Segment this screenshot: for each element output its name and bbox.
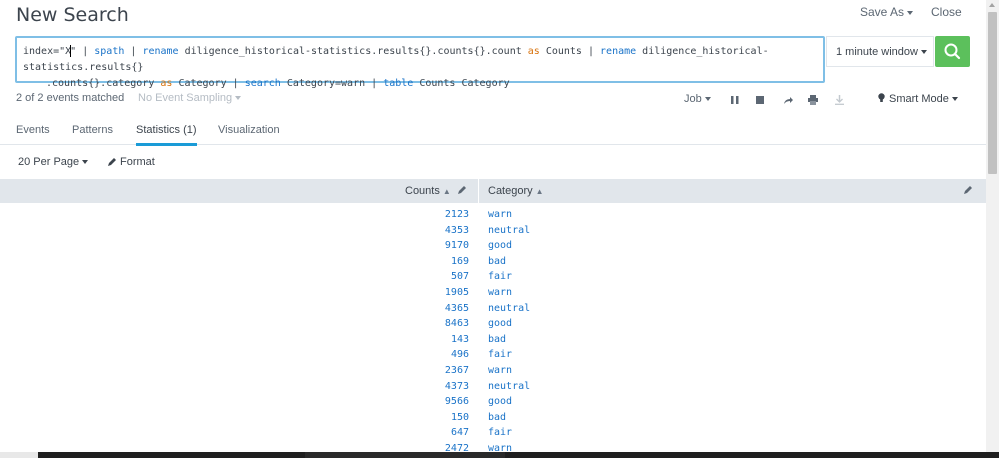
pause-icon[interactable]: [728, 93, 742, 107]
job-menu[interactable]: Job: [684, 93, 711, 105]
table-row: 496 fair: [0, 348, 986, 364]
cell-category[interactable]: bad: [488, 334, 506, 345]
cell-counts[interactable]: 2367: [445, 365, 469, 376]
table-row: 507 fair: [0, 270, 986, 286]
save-as-menu[interactable]: Save As: [860, 5, 914, 19]
cell-category[interactable]: fair: [488, 349, 512, 360]
cell-counts[interactable]: 2123: [445, 209, 469, 220]
tab-events[interactable]: Events: [16, 124, 50, 143]
events-matched-count: 2 of 2 events matched: [16, 92, 125, 104]
job-status-bar: 2 of 2 events matched No Event Sampling …: [0, 90, 986, 110]
chevron-down-icon: [235, 96, 242, 101]
cell-category[interactable]: warn: [488, 287, 512, 298]
search-icon: [944, 43, 961, 60]
cell-counts[interactable]: 507: [451, 271, 469, 282]
cell-counts[interactable]: 4373: [445, 381, 469, 392]
taskbar-edge: [0, 452, 999, 458]
sort-icon: ▲︎: [442, 187, 451, 196]
per-page-dropdown[interactable]: 20 Per Page: [18, 156, 89, 168]
chevron-down-icon: [82, 160, 89, 165]
cell-counts[interactable]: 1905: [445, 287, 469, 298]
table-row: 150 bad: [0, 411, 986, 427]
page-scrollbar[interactable]: [986, 0, 999, 458]
cell-category[interactable]: bad: [488, 256, 506, 267]
cell-category[interactable]: neutral: [488, 225, 530, 236]
cell-category[interactable]: good: [488, 318, 512, 329]
table-row: 2367 warn: [0, 364, 986, 380]
query-line-1: index="X" | spath | rename diligence_his…: [23, 45, 769, 73]
cell-counts[interactable]: 169: [451, 256, 469, 267]
cell-category[interactable]: fair: [488, 271, 512, 282]
app-header: New Search Save As Close: [0, 0, 986, 34]
column-header-category[interactable]: Category ▲︎: [488, 185, 544, 197]
sort-icon: ▲︎: [535, 187, 544, 196]
table-header: Counts ▲︎ Category ▲︎: [0, 179, 986, 203]
table-row: 647 fair: [0, 426, 986, 442]
table-row: 4365 neutral: [0, 302, 986, 318]
time-range-label: 1 minute window: [836, 46, 918, 58]
results-table-body: 2123 warn 4353 neutral 9170 good 169 bad 507 fair…: [0, 208, 986, 458]
results-toolbar: 20 Per Page Format: [0, 151, 986, 173]
cell-counts[interactable]: 9170: [445, 240, 469, 251]
pencil-icon[interactable]: [964, 185, 973, 197]
chevron-down-icon: [920, 50, 927, 55]
table-row: 4373 neutral: [0, 380, 986, 396]
stop-icon[interactable]: [753, 93, 767, 107]
table-row: 4353 neutral: [0, 224, 986, 240]
cell-counts[interactable]: 647: [451, 427, 469, 438]
tab-visualization[interactable]: Visualization: [218, 124, 280, 143]
results-tabs: Events Patterns Statistics (1) Visualiza…: [0, 118, 986, 146]
cell-category[interactable]: good: [488, 396, 512, 407]
format-button[interactable]: Format: [108, 156, 155, 168]
cell-category[interactable]: fair: [488, 427, 512, 438]
smart-mode-menu[interactable]: Smart Mode: [878, 93, 958, 105]
search-query-input[interactable]: index="X" | spath | rename diligence_his…: [15, 36, 825, 89]
pencil-icon: [108, 158, 116, 166]
page-title: New Search: [16, 4, 129, 26]
table-row: 9566 good: [0, 395, 986, 411]
lightbulb-icon: [878, 93, 885, 102]
cell-counts[interactable]: 496: [451, 349, 469, 360]
save-as-label: Save As: [860, 5, 905, 19]
cell-counts[interactable]: 150: [451, 412, 469, 423]
cell-category[interactable]: bad: [488, 412, 506, 423]
cell-counts[interactable]: 4353: [445, 225, 469, 236]
pencil-icon[interactable]: [458, 185, 467, 197]
table-row: 143 bad: [0, 333, 986, 349]
table-row: 2123 warn: [0, 208, 986, 224]
table-row: 169 bad: [0, 255, 986, 271]
chevron-down-icon: [907, 10, 914, 15]
tab-patterns[interactable]: Patterns: [72, 124, 113, 143]
column-divider: [478, 179, 479, 203]
column-header-counts[interactable]: Counts ▲︎: [405, 185, 451, 197]
chevron-down-icon: [704, 97, 711, 102]
cell-category[interactable]: warn: [488, 209, 512, 220]
table-row: 8463 good: [0, 317, 986, 333]
cell-counts[interactable]: 8463: [445, 318, 469, 329]
scroll-thumb[interactable]: [988, 12, 997, 174]
table-row: 1905 warn: [0, 286, 986, 302]
time-range-picker[interactable]: 1 minute window: [826, 36, 934, 67]
close-button[interactable]: Close: [931, 5, 962, 19]
cell-category[interactable]: neutral: [488, 381, 530, 392]
tab-statistics[interactable]: Statistics (1): [136, 124, 197, 146]
cell-counts[interactable]: 9566: [445, 396, 469, 407]
scroll-up-arrow[interactable]: [989, 3, 995, 7]
search-button[interactable]: [935, 36, 970, 67]
print-icon[interactable]: [806, 93, 820, 107]
cell-category[interactable]: neutral: [488, 303, 530, 314]
cell-category[interactable]: warn: [488, 365, 512, 376]
cell-counts[interactable]: 4365: [445, 303, 469, 314]
table-row: 9170 good: [0, 239, 986, 255]
cell-counts[interactable]: 143: [451, 334, 469, 345]
download-icon[interactable]: [832, 93, 846, 107]
chevron-down-icon: [951, 97, 958, 102]
event-sampling-dropdown[interactable]: No Event Sampling: [138, 92, 242, 104]
share-icon[interactable]: [781, 93, 795, 107]
cell-category[interactable]: good: [488, 240, 512, 251]
